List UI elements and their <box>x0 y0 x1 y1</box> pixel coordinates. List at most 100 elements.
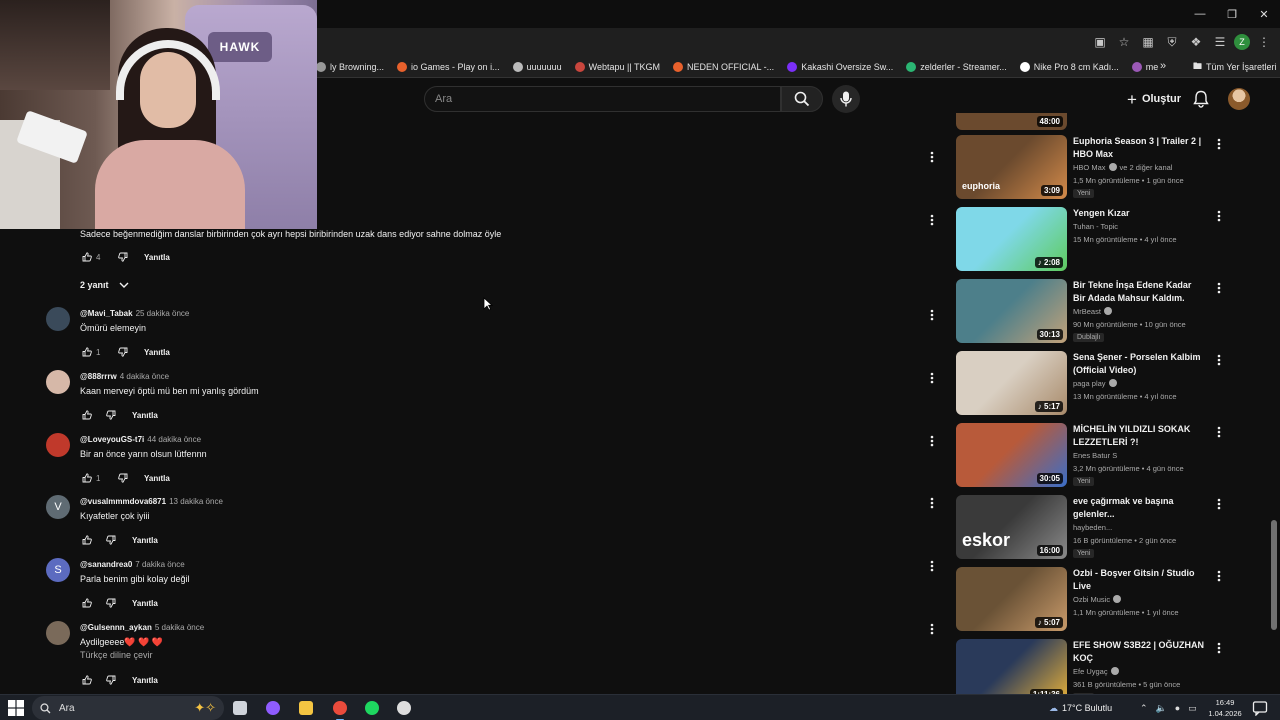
file-explorer-icon[interactable] <box>296 698 316 718</box>
video-thumbnail[interactable]: 48:00 <box>956 113 1067 130</box>
recommendation-item[interactable]: ♪ 5:07 Ozbi - Boşver Gitsin / Studio Live… <box>956 567 1228 631</box>
comment-menu-icon[interactable] <box>925 496 939 510</box>
like-icon[interactable] <box>80 596 94 610</box>
reply-button[interactable]: Yanıtla <box>132 536 158 545</box>
recommendation-item[interactable]: ♪ 5:17 Sena Şener - Porselen Kalbim (Offi… <box>956 351 1228 415</box>
video-channel[interactable]: Efe Uygaç <box>1073 667 1119 676</box>
video-channel[interactable]: MrBeast <box>1073 307 1112 316</box>
recommendation-item[interactable]: 30:13 Bir Tekne İnşa Edene Kadar Bir Adad… <box>956 279 1228 343</box>
video-thumbnail[interactable]: ♪ 2:08 <box>956 207 1067 271</box>
video-menu-icon[interactable] <box>1212 569 1226 583</box>
recommendation-item[interactable]: eskor 16:00 eve çağırmak ve başına gelenle… <box>956 495 1228 559</box>
comment-time[interactable]: 7 dakika önce <box>135 560 184 569</box>
recommendation-item[interactable]: ♪ 2:08 Yengen Kızar Tuhan - Topic 15 Mn gör… <box>956 207 1228 271</box>
video-channel[interactable]: HBO Max ve 2 diğer kanal <box>1073 163 1172 172</box>
commenter-avatar[interactable] <box>46 307 70 331</box>
comment-author[interactable]: @Mavi_Tabak <box>80 309 133 318</box>
video-menu-icon[interactable] <box>1212 353 1226 367</box>
video-title[interactable]: Ozbi - Boşver Gitsin / Studio Live <box>1073 567 1205 593</box>
bookmark-item[interactable]: Kakashi Oversize Sw... <box>787 62 893 72</box>
video-channel[interactable]: Tuhan - Topic <box>1073 222 1118 231</box>
comment-time[interactable]: 25 dakika önce <box>136 309 190 318</box>
like-icon[interactable] <box>80 345 94 359</box>
dislike-icon[interactable] <box>104 596 118 610</box>
create-button[interactable]: + Oluştur <box>1117 87 1191 111</box>
comment-menu-icon[interactable] <box>925 622 939 636</box>
video-title[interactable]: Yengen Kızar <box>1073 207 1205 220</box>
tab-search-icon[interactable]: ▦ <box>1138 32 1158 52</box>
comment-author[interactable]: @sanandrea0 <box>80 560 132 569</box>
commenter-avatar[interactable] <box>46 621 70 645</box>
comment-time[interactable]: 5 dakika önce <box>155 623 204 632</box>
search-input[interactable] <box>425 87 780 111</box>
video-thumbnail[interactable]: euphoria 3:09 <box>956 135 1067 199</box>
windows-start-icon[interactable] <box>8 700 24 716</box>
recommendation-partial[interactable]: 48:00 <box>956 113 1228 130</box>
voice-search-button[interactable] <box>832 85 860 113</box>
restore-icon[interactable]: ❐ <box>1216 0 1248 28</box>
video-thumbnail[interactable]: eskor 16:00 <box>956 495 1067 559</box>
bookmarks-overflow-icon[interactable]: » <box>1160 60 1166 72</box>
comment-menu-icon[interactable] <box>925 371 939 385</box>
reply-button[interactable]: Yanıtla <box>132 676 158 685</box>
comment-author[interactable]: @vusalmmmdova6871 <box>80 497 166 506</box>
comment-author[interactable]: @LoveyouGS-t7i <box>80 435 144 444</box>
video-menu-icon[interactable] <box>1212 137 1226 151</box>
video-title[interactable]: Sena Şener - Porselen Kalbim (Official V… <box>1073 351 1205 377</box>
comment-author[interactable]: @888rrrw <box>80 372 117 381</box>
bookmark-item[interactable]: Nike Pro 8 cm Kadı... <box>1019 62 1119 72</box>
taskbar-search[interactable]: Ara ✦✧ <box>32 696 224 720</box>
reply-button[interactable]: Yanıtla <box>132 411 158 420</box>
translate-button[interactable]: Türkçe diline çevir <box>80 650 153 660</box>
scrollbar[interactable] <box>1271 520 1277 630</box>
bookmark-item[interactable]: Webtapu || TKGM <box>574 62 660 72</box>
video-thumbnail[interactable]: 30:05 <box>956 423 1067 487</box>
replies-toggle[interactable]: 2 yanıt <box>80 280 129 290</box>
network-icon[interactable]: ▭ <box>1188 703 1197 714</box>
microphone-icon[interactable]: ● <box>1175 703 1180 713</box>
comment-time[interactable]: 13 dakika önce <box>169 497 223 506</box>
commenter-avatar[interactable]: V <box>46 495 70 519</box>
dislike-icon[interactable] <box>104 533 118 547</box>
video-menu-icon[interactable] <box>1212 209 1226 223</box>
dislike-icon[interactable] <box>116 345 130 359</box>
like-icon[interactable] <box>80 408 94 422</box>
clock[interactable]: 16:49 1.04.2026 <box>1205 697 1245 719</box>
bookmark-item[interactable]: ly Browning... <box>316 62 384 72</box>
bookmark-item[interactable]: uuuuuuu <box>512 62 562 72</box>
video-channel[interactable]: Ozbi Music <box>1073 595 1122 604</box>
media-icon[interactable]: ☰ <box>1210 32 1230 52</box>
dislike-icon[interactable] <box>116 471 130 485</box>
video-menu-icon[interactable] <box>1212 497 1226 511</box>
bookmark-item[interactable]: io Games - Play on i... <box>397 62 500 72</box>
task-view-icon[interactable] <box>230 698 250 718</box>
video-channel[interactable]: haybeden... <box>1073 523 1112 532</box>
comment-author[interactable]: @Gulsennn_aykan <box>80 623 152 632</box>
bookmark-star-icon[interactable]: ☆ <box>1114 32 1134 52</box>
recommendation-item[interactable]: 30:05 MİCHELİN YILDIZLI SOKAK LEZZETLERİ … <box>956 423 1228 487</box>
commenter-avatar[interactable] <box>46 433 70 457</box>
like-icon[interactable] <box>80 250 94 264</box>
video-thumbnail[interactable]: ♪ 5:17 <box>956 351 1067 415</box>
reply-button[interactable]: Yanıtla <box>132 599 158 608</box>
search-button[interactable] <box>781 86 823 112</box>
minimize-icon[interactable]: — <box>1184 0 1216 28</box>
video-title[interactable]: MİCHELİN YILDIZLI SOKAK LEZZETLERİ ?! <box>1073 423 1205 449</box>
bookmark-item[interactable]: me <box>1131 62 1158 72</box>
close-icon[interactable]: ✕ <box>1248 0 1280 28</box>
video-title[interactable]: Bir Tekne İnşa Edene Kadar Bir Adada Mah… <box>1073 279 1205 305</box>
account-avatar[interactable] <box>1228 88 1250 110</box>
notifications-button[interactable] <box>1189 87 1213 111</box>
bookmark-item[interactable]: zelderler - Streamer... <box>906 62 1007 72</box>
reply-button[interactable]: Yanıtla <box>144 348 170 357</box>
weather-widget[interactable]: ☁ 17°C Bulutlu <box>1049 695 1112 720</box>
commenter-avatar[interactable] <box>46 370 70 394</box>
shield-icon[interactable]: ⛨ <box>1162 32 1182 52</box>
recommendation-item[interactable]: euphoria 3:09 Euphoria Season 3 | Trailer … <box>956 135 1228 199</box>
dislike-icon[interactable] <box>104 673 118 687</box>
comment-menu-icon[interactable] <box>925 213 939 227</box>
dislike-icon[interactable] <box>116 250 130 264</box>
video-title[interactable]: Euphoria Season 3 | Trailer 2 | HBO Max <box>1073 135 1205 161</box>
video-menu-icon[interactable] <box>1212 641 1226 655</box>
dislike-icon[interactable] <box>104 408 118 422</box>
